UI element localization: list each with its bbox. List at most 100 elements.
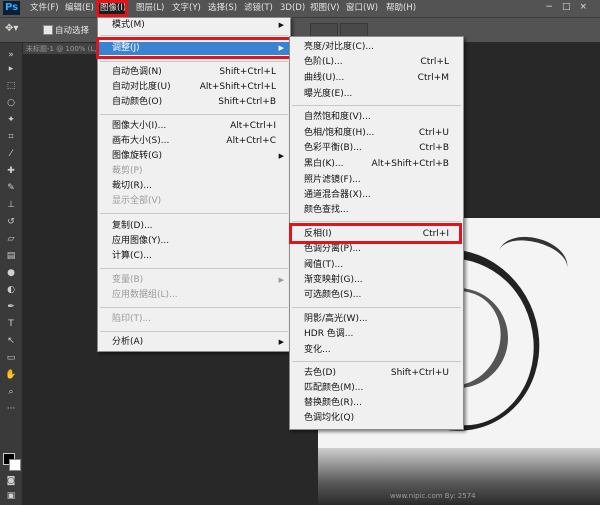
submenu-item-curves[interactable]: 曲线(U)... Ctrl+M <box>290 72 463 85</box>
adjustments-highlight-box <box>96 37 294 59</box>
menu-item-apply-data-set[interactable]: 应用数据组(L)... <box>98 289 290 302</box>
align-options[interactable] <box>310 23 338 37</box>
path-selection-tool-icon[interactable]: ↖ <box>4 335 18 347</box>
marquee-tool-icon[interactable]: ⬚ <box>4 80 18 92</box>
menu-item-variables[interactable]: 变量(B) ▶ <box>98 274 290 287</box>
menu-item-trim[interactable]: 裁切(R)... <box>98 180 290 193</box>
type-tool-icon[interactable]: T <box>4 318 18 330</box>
submenu-item-brightness-contrast[interactable]: 亮度/对比度(C)... <box>290 41 463 54</box>
menu-file[interactable]: 文件(F) <box>28 2 61 15</box>
menu-item-analysis[interactable]: 分析(A) ▶ <box>98 336 290 349</box>
screen-mode-icon[interactable]: ▣ <box>4 490 18 502</box>
dodge-tool-icon[interactable]: ◐ <box>4 284 18 296</box>
submenu-item-hdr-toning[interactable]: HDR 色调... <box>290 328 463 341</box>
window-buttons[interactable]: −□× <box>545 2 596 12</box>
menu-item-trap[interactable]: 陷印(T)... <box>98 313 290 326</box>
menu-item-auto-color[interactable]: 自动颜色(O) Shift+Ctrl+B <box>98 96 290 109</box>
healing-brush-tool-icon[interactable]: ✚ <box>4 165 18 177</box>
shape-tool-icon[interactable]: ▭ <box>4 352 18 364</box>
submenu-item-vibrance[interactable]: 自然饱和度(V)... <box>290 111 463 124</box>
hand-tool-icon[interactable]: ✋ <box>4 369 18 381</box>
crop-tool-icon[interactable]: ⌗ <box>4 131 18 143</box>
move-tool-icon[interactable]: ▸ <box>4 63 18 75</box>
move-tool-icon[interactable]: ✥▾ <box>5 23 18 34</box>
image-menu-dropdown: 模式(M) ▶ 调整(J) ▶ 自动色调(N) Shift+Ctrl+L 自动对比度(… <box>97 17 291 352</box>
menu-item-auto-tone[interactable]: 自动色调(N) Shift+Ctrl+L <box>98 66 290 79</box>
panel-grip-icon: » <box>8 50 14 60</box>
menu-3d[interactable]: 3D(D) <box>278 2 307 15</box>
menu-layer[interactable]: 图层(L) <box>134 2 166 15</box>
menu-separator <box>292 361 461 362</box>
submenu-arrow-icon: ▶ <box>278 338 284 346</box>
menu-separator <box>100 35 288 36</box>
menu-separator <box>100 61 288 62</box>
distribute-options[interactable] <box>340 23 368 37</box>
menu-window[interactable]: 窗口(W) <box>344 2 380 15</box>
menu-select[interactable]: 选择(S) <box>206 2 239 15</box>
menu-separator <box>100 213 288 214</box>
submenu-item-replace-color[interactable]: 替换颜色(R)... <box>290 397 463 410</box>
submenu-item-selective-color[interactable]: 可选颜色(S)... <box>290 289 463 302</box>
submenu-item-match-color[interactable]: 匹配颜色(M)... <box>290 382 463 395</box>
magic-wand-tool-icon[interactable]: ✦ <box>4 114 18 126</box>
submenu-item-channel-mixer[interactable]: 通道混合器(X)... <box>290 189 463 202</box>
submenu-arrow-icon: ▶ <box>278 276 284 284</box>
submenu-item-shadows-highlights[interactable]: 阴影/高光(W)... <box>290 313 463 326</box>
background-color-swatch[interactable] <box>9 459 21 471</box>
menu-item-canvas-size[interactable]: 画布大小(S)... Alt+Ctrl+C <box>98 135 290 148</box>
zoom-tool-icon[interactable]: ⌕ <box>4 386 18 398</box>
submenu-item-variations[interactable]: 变化... <box>290 344 463 357</box>
auto-select-checkbox[interactable] <box>43 25 53 35</box>
menu-separator <box>100 268 288 269</box>
menu-item-calculations[interactable]: 计算(C)... <box>98 250 290 263</box>
menu-item-duplicate[interactable]: 复制(D)... <box>98 220 290 233</box>
auto-select-label: 自动选择 <box>55 26 90 36</box>
menu-separator <box>292 221 461 222</box>
submenu-item-black-white[interactable]: 黑白(K)... Alt+Shift+Ctrl+B <box>290 158 463 171</box>
lasso-tool-icon[interactable]: ○ <box>4 97 18 109</box>
menu-item-image-rotation[interactable]: 图像旋转(G) ▶ <box>98 150 290 163</box>
history-brush-tool-icon[interactable]: ↺ <box>4 216 18 228</box>
gradient-tool-icon[interactable]: ▤ <box>4 250 18 262</box>
menu-help[interactable]: 帮助(H) <box>384 2 418 15</box>
submenu-item-threshold[interactable]: 阈值(T)... <box>290 259 463 272</box>
menu-bar: Ps 文件(F) 编辑(E) 图像(I) 图层(L) 文字(Y) 选择(S) 滤… <box>0 0 600 18</box>
submenu-item-levels[interactable]: 色阶(L)... Ctrl+L <box>290 56 463 69</box>
submenu-arrow-icon: ▶ <box>278 21 284 29</box>
submenu-item-color-balance[interactable]: 色彩平衡(B)... Ctrl+B <box>290 142 463 155</box>
menu-item-image-size[interactable]: 图像大小(I)... Alt+Ctrl+I <box>98 120 290 133</box>
menu-filter[interactable]: 滤镜(T) <box>242 2 275 15</box>
submenu-item-equalize[interactable]: 色调均化(Q) <box>290 412 463 425</box>
menu-item-auto-contrast[interactable]: 自动对比度(U) Alt+Shift+Ctrl+L <box>98 81 290 94</box>
blur-tool-icon[interactable]: ● <box>4 267 18 279</box>
quick-mask-icon[interactable]: ◙ <box>4 475 18 487</box>
eyedropper-tool-icon[interactable]: ⁄ <box>4 148 18 160</box>
pen-tool-icon[interactable]: ✒ <box>4 301 18 313</box>
menu-item-reveal-all[interactable]: 显示全部(V) <box>98 195 290 208</box>
menu-separator <box>100 114 288 115</box>
menu-item-apply-image[interactable]: 应用图像(Y)... <box>98 235 290 248</box>
eraser-tool-icon[interactable]: ▱ <box>4 233 18 245</box>
invert-highlight-box <box>289 223 462 244</box>
submenu-item-exposure[interactable]: 曝光度(E)... <box>290 88 463 101</box>
submenu-item-posterize[interactable]: 色调分离(P)... <box>290 243 463 256</box>
submenu-item-desaturate[interactable]: 去色(D) Shift+Ctrl+U <box>290 367 463 380</box>
submenu-arrow-icon: ▶ <box>278 152 284 160</box>
menu-view[interactable]: 视图(V) <box>308 2 341 15</box>
photoshop-logo: Ps <box>3 1 20 15</box>
menu-item-mode[interactable]: 模式(M) ▶ <box>98 19 290 32</box>
brush-tool-icon[interactable]: ✎ <box>4 182 18 194</box>
submenu-item-hue-saturation[interactable]: 色相/饱和度(H)... Ctrl+U <box>290 127 463 140</box>
menu-separator <box>292 105 461 106</box>
more-tools-icon[interactable]: ··· <box>4 403 18 415</box>
menu-separator <box>292 307 461 308</box>
submenu-item-color-lookup[interactable]: 颜色查找... <box>290 204 463 217</box>
submenu-item-photo-filter[interactable]: 照片滤镜(F)... <box>290 174 463 187</box>
menu-type[interactable]: 文字(Y) <box>170 2 203 15</box>
menu-item-crop[interactable]: 裁剪(P) <box>98 165 290 178</box>
menu-edit[interactable]: 编辑(E) <box>63 2 96 15</box>
menu-separator <box>100 307 288 308</box>
tools-panel: » ▸ ⬚ ○ ✦ ⌗ ⁄ ✚ ✎ ⊥ ↺ ▱ ▤ ● ◐ ✒ T ↖ ▭ ✋ … <box>0 43 23 505</box>
submenu-item-gradient-map[interactable]: 渐变映射(G)... <box>290 274 463 287</box>
clone-stamp-tool-icon[interactable]: ⊥ <box>4 199 18 211</box>
